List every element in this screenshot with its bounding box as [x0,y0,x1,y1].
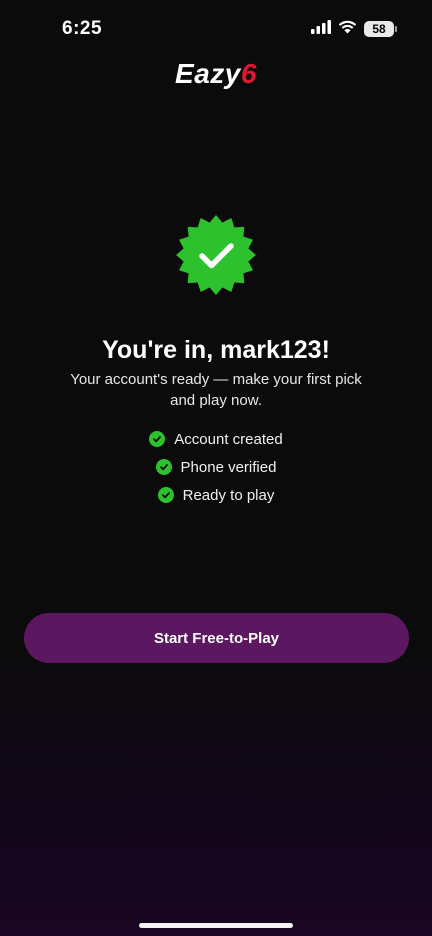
checklist-item-label: Phone verified [180,458,277,476]
check-circle-icon [157,487,174,503]
status-icons: 58 [311,19,397,39]
check-circle-icon [155,459,172,475]
logo-accent: 6 [240,58,257,89]
signal-icon [311,19,331,39]
checklist-item-label: Ready to play [182,486,275,504]
status-checklist: Account created Phone verified Ready to … [0,430,432,504]
battery-level: 58 [372,22,386,36]
checklist-item-label: Account created [174,430,283,448]
home-indicator[interactable] [139,923,293,928]
battery-icon: 58 [364,21,397,37]
page-title: You're in, mark123! [102,336,330,364]
success-screen: 6:25 58 Eazy6 You're in, mark123! Your a… [0,0,432,936]
logo-text: Eazy [175,58,241,89]
status-time: 6:25 [62,18,103,39]
wifi-icon [338,20,357,39]
verified-check-badge-icon [175,214,257,296]
page-subtitle: Your account's ready — make your first p… [70,371,362,409]
checklist-item-account-created: Account created [149,430,283,448]
checklist-item-phone-verified: Phone verified [155,458,277,476]
status-bar: 6:25 58 [0,0,432,56]
checklist-item-ready-to-play: Ready to play [157,486,275,504]
start-free-to-play-button[interactable]: Start Free-to-Play [24,613,409,663]
app-logo: Eazy6 [0,58,432,90]
check-circle-icon [149,431,166,447]
